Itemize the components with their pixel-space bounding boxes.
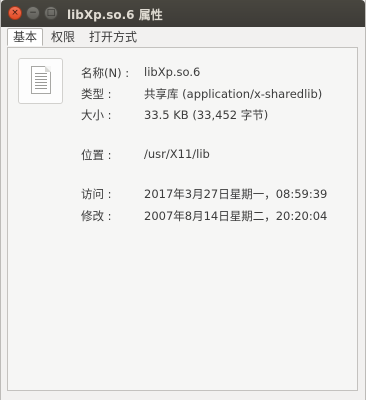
basic-tab-panel: 名称(N) : libXp.so.6 类型 : 共享库 (application… <box>7 47 358 391</box>
file-page-shape <box>31 66 51 94</box>
page-line <box>35 82 47 83</box>
window-title: libXp.so.6 属性 <box>67 8 163 22</box>
modified-label: 修改 : <box>81 209 112 223</box>
page-line <box>35 79 47 80</box>
tab-bar: 基本 权限 打开方式 <box>7 28 145 48</box>
location-value: /usr/X11/lib <box>144 147 210 161</box>
type-label: 类型 : <box>81 87 112 101</box>
accessed-label: 访问 : <box>81 187 112 201</box>
page-line <box>35 88 47 89</box>
name-label: 名称(N) : <box>81 66 130 80</box>
maximize-icon[interactable]: □ <box>44 6 58 20</box>
name-value[interactable]: libXp.so.6 <box>144 65 200 79</box>
accessed-value: 2017年3月27日星期一，08:59:39 <box>144 187 328 201</box>
size-label: 大小 : <box>81 108 112 122</box>
type-value: 共享库 (application/x-sharedlib) <box>144 87 323 101</box>
location-label: 位置 : <box>81 148 112 162</box>
modified-value: 2007年8月14日星期二，20:20:04 <box>144 209 328 223</box>
tab-permissions[interactable]: 权限 <box>45 28 81 46</box>
properties-window: × − □ libXp.so.6 属性 基本 权限 打开方式 名称(N) : l… <box>0 0 366 400</box>
page-fold <box>45 66 51 72</box>
tab-open-with[interactable]: 打开方式 <box>83 28 143 46</box>
page-line <box>35 73 47 74</box>
title-bar[interactable]: × − □ libXp.so.6 属性 <box>1 0 365 27</box>
tab-basic[interactable]: 基本 <box>7 28 44 46</box>
minimize-icon[interactable]: − <box>26 6 40 20</box>
page-line <box>35 76 47 77</box>
document-icon[interactable] <box>18 58 63 104</box>
close-icon[interactable]: × <box>8 6 22 20</box>
page-line <box>35 85 47 86</box>
size-value: 33.5 KB (33,452 字节) <box>144 108 269 122</box>
